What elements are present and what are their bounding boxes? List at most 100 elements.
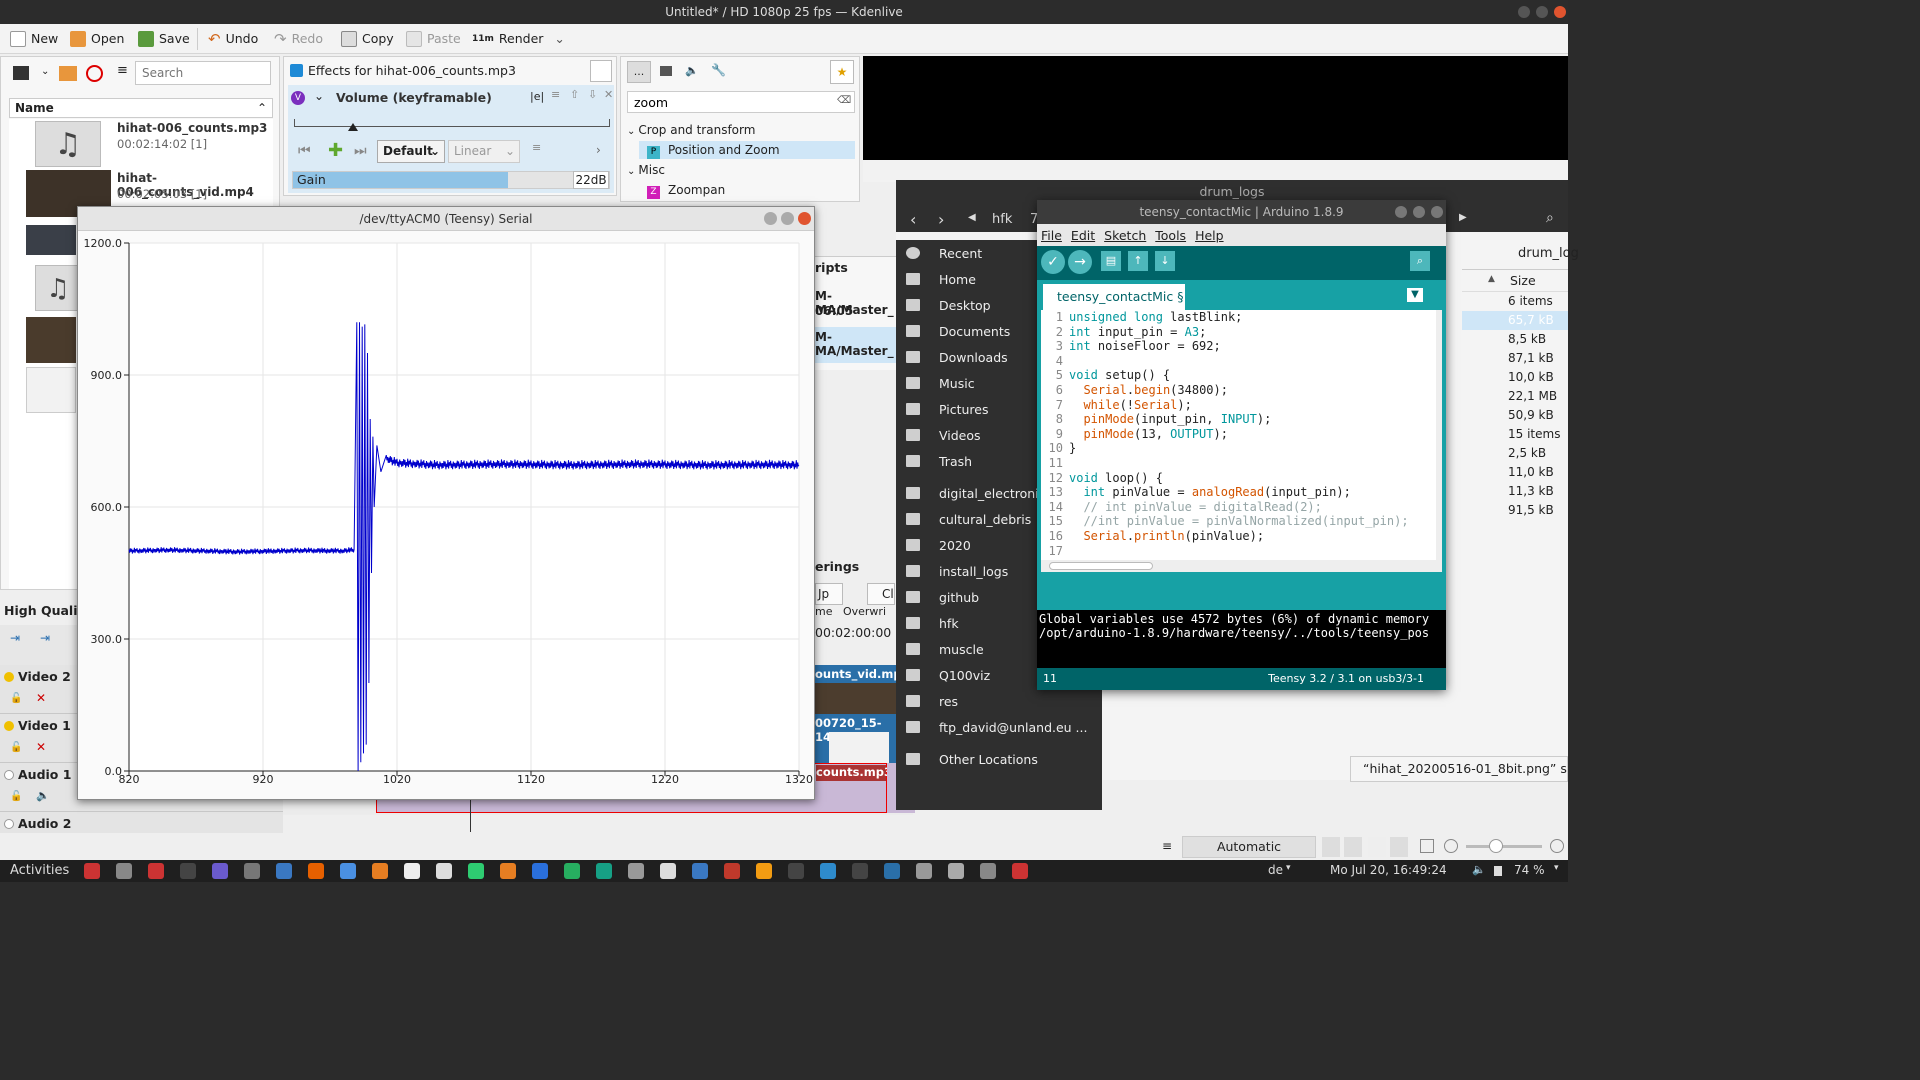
track-tool-icon[interactable]: ⇥ [10,631,20,645]
dock-app-icon[interactable] [308,863,324,879]
sidebar-item-res[interactable]: res [896,688,1102,714]
copy-button[interactable]: Copy [341,29,394,49]
sidebar-item-ftp-david-unland-eu[interactable]: ftp_david@unland.eu ... [896,714,1102,740]
code-line[interactable]: 12 void loop() { [1041,471,1436,486]
move-down-icon[interactable]: ⇩ [588,88,597,101]
code-line[interactable]: 11 [1041,456,1436,471]
code-line[interactable]: 17 [1041,544,1436,559]
menu-edit[interactable]: Edit [1071,228,1095,243]
file-size-cell[interactable]: 22,1 MB [1462,387,1568,406]
audio-clip-thumbnail[interactable]: ♫ [35,265,81,311]
timeline-mode-icon[interactable] [1368,837,1386,857]
dock-app-icon[interactable] [724,863,740,879]
timeline-clip-video-2[interactable]: ounts_vid.mp4 [815,665,910,714]
dock-app-icon[interactable] [980,863,996,879]
paste-button[interactable]: Paste [406,29,461,49]
collapse-icon[interactable]: ≡ [551,88,560,101]
next-keyframe-icon[interactable]: ⏭ [354,143,367,159]
add-keyframe-icon[interactable]: ✚ [328,140,343,161]
code-line[interactable]: 6 Serial.begin(34800); [1041,383,1436,398]
dock-app-icon[interactable] [756,863,772,879]
move-up-icon[interactable]: ⇧ [570,88,579,101]
dock-app-icon[interactable] [660,863,676,879]
add-folder-icon[interactable] [59,66,77,81]
add-clip-icon[interactable] [13,66,29,80]
menu-icon[interactable]: ≡ [117,63,128,78]
dock-app-icon[interactable] [564,863,580,879]
chevron-down-icon[interactable]: ⌄ [314,89,324,103]
dock-app-icon[interactable] [404,863,420,879]
dock-app-icon[interactable] [84,863,100,879]
menu-icon[interactable]: ≡ [1162,839,1172,853]
close-icon[interactable] [798,212,811,225]
delete-icon[interactable] [86,65,103,82]
code-line[interactable]: 10} [1041,441,1436,456]
star-icon[interactable]: ★ [830,60,854,84]
code-line[interactable]: 5 void setup() { [1041,368,1436,383]
code-line[interactable]: 4 [1041,354,1436,369]
save-sketch-icon[interactable]: ↓ [1155,251,1175,271]
dock-app-icon[interactable] [596,863,612,879]
gain-value[interactable]: 22dB [573,171,609,189]
zoom-slider-handle[interactable] [1489,839,1503,853]
video-effects-icon[interactable] [660,66,672,76]
chevron-down-icon[interactable]: ▾ [1286,863,1291,873]
file-size-cell[interactable]: 11,0 kB [1462,463,1568,482]
dock-app-icon[interactable] [788,863,804,879]
chevron-down-icon[interactable]: ▾ [1554,863,1559,873]
dock-app-icon[interactable] [532,863,548,879]
options-button[interactable] [590,60,612,82]
file-size-cell[interactable]: 91,5 kB [1462,501,1568,520]
path-left-icon[interactable]: ◀ [968,212,976,223]
file-size-cell[interactable]: 10,0 kB [1462,368,1568,387]
clip-thumbnail[interactable] [26,225,76,255]
path-right-icon[interactable]: ▶ [1459,212,1467,223]
file-size-cell[interactable]: 50,9 kB [1462,406,1568,425]
code-line[interactable]: 9 pinMode(13, OUTPUT); [1041,427,1436,442]
dock-app-icon[interactable] [244,863,260,879]
minimize-icon[interactable] [1395,206,1407,218]
clip-thumbnail[interactable] [26,317,76,363]
mute-video-icon[interactable]: ✕ [36,691,46,705]
battery-status[interactable]: 74 % [1514,863,1545,877]
vertical-scrollbar[interactable] [1436,310,1442,560]
dock-app-icon[interactable] [148,863,164,879]
dock-app-icon[interactable] [884,863,900,879]
activities-button[interactable]: Activities [10,863,69,878]
upload-icon[interactable]: → [1068,250,1092,274]
dock-app-icon[interactable] [852,863,868,879]
search-icon[interactable]: ⌕ [1546,210,1554,226]
tab-menu-icon[interactable]: ▼ [1407,288,1423,302]
dock-app-icon[interactable] [372,863,388,879]
dock-app-icon[interactable] [628,863,644,879]
dock-app-icon[interactable] [820,863,836,879]
automatic-transitions-button[interactable]: Automatic transitions [1182,836,1316,874]
wrench-icon[interactable]: 🔧 [711,63,726,77]
dock-app-icon[interactable] [948,863,964,879]
speaker-icon[interactable]: 🔈 [36,789,50,802]
dock-app-icon[interactable] [436,863,452,879]
verify-icon[interactable]: ✓ [1041,250,1065,274]
minimize-icon[interactable] [764,212,777,225]
dock-app-icon[interactable] [468,863,484,879]
interpolation-select[interactable]: Linear ⌄ [448,140,520,163]
close-button[interactable]: Cl [867,583,895,605]
scroll-thumb[interactable] [1049,562,1153,570]
search-input[interactable] [135,61,271,85]
code-line[interactable]: 14 // int pinValue = digitalRead(2); [1041,500,1436,515]
dock-app-icon[interactable] [276,863,292,879]
file-size-cell[interactable]: 2,5 kB [1462,444,1568,463]
effects-search-input[interactable] [627,91,855,113]
timeline-clip-video-1[interactable]: 00720_15-14.m [815,714,897,763]
zoom-fit-icon[interactable] [1420,839,1434,853]
new-sketch-icon[interactable]: ▤ [1101,251,1121,271]
lock-icon[interactable]: 🔓 [10,791,22,802]
code-line[interactable]: 15 //int pinValue = pinValNormalized(inp… [1041,514,1436,529]
file-size-cell[interactable]: 65,7 kB [1462,311,1568,330]
checkbox-icon[interactable] [290,64,303,77]
up-button[interactable]: Jp [815,583,843,605]
file-size-cell[interactable]: 6 items [1462,292,1568,311]
effect-action-icon[interactable]: |e| [530,90,544,103]
lock-icon[interactable]: 🔓 [10,693,22,704]
column-header-name[interactable]: Name ⌃ [9,98,273,118]
